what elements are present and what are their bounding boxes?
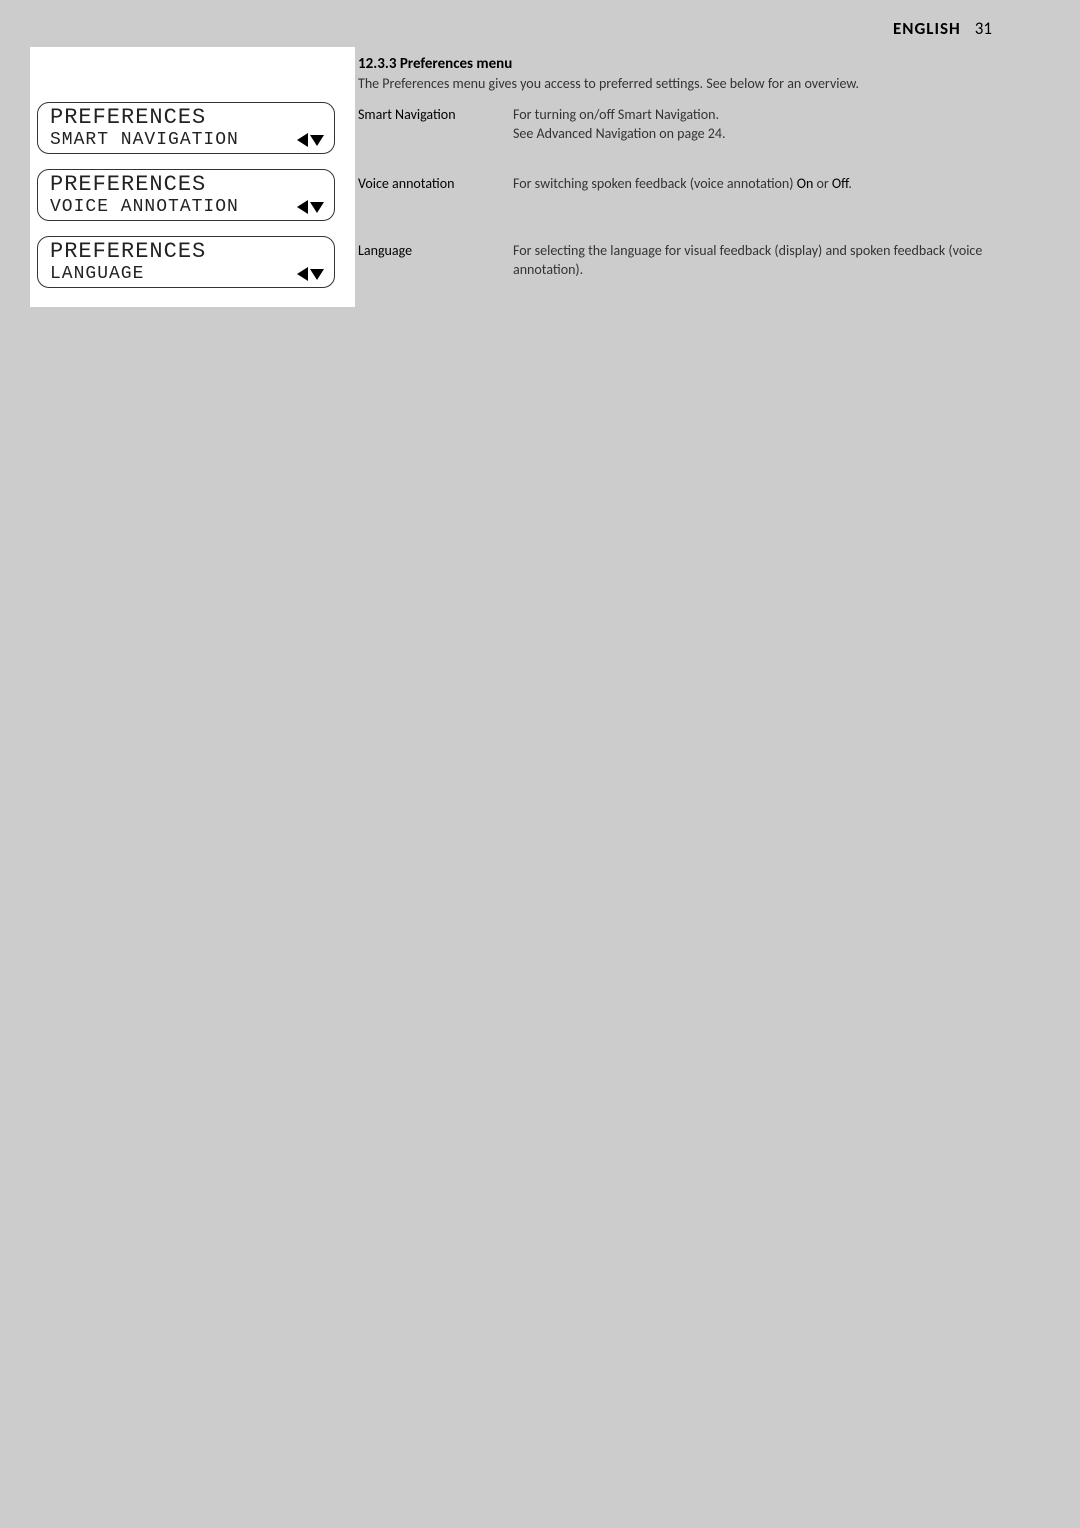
lcd-value: SMART NAVIGATION	[50, 131, 239, 149]
definition-term: Language	[358, 242, 513, 280]
definition-voice-annotation: Voice annotation For switching spoken fe…	[358, 175, 1048, 194]
section-heading: 12.3.3 Preferences menu	[358, 55, 512, 73]
arrow-down-icon	[310, 202, 324, 213]
definition-term: Voice annotation	[358, 175, 513, 194]
definition-line: See Advanced Navigation on page 24.	[513, 125, 726, 142]
definition-term: Smart Navigation	[358, 106, 513, 144]
header-language: ENGLISH	[893, 18, 961, 39]
definition-description: For selecting the language for visual fe…	[513, 242, 1048, 280]
option-on: On	[797, 175, 814, 192]
lcd-row: SMART NAVIGATION	[50, 131, 324, 149]
lcd-display-voice-annotation: PREFERENCES VOICE ANNOTATION	[37, 169, 335, 221]
lcd-title: PREFERENCES	[50, 107, 324, 129]
lcd-nav-arrows	[297, 267, 324, 281]
lcd-value: LANGUAGE	[50, 265, 144, 283]
lcd-nav-arrows	[297, 200, 324, 214]
definition-text: .	[848, 175, 852, 192]
lcd-title: PREFERENCES	[50, 174, 324, 196]
arrow-left-icon	[297, 200, 308, 214]
arrow-down-icon	[310, 269, 324, 280]
lcd-value: VOICE ANNOTATION	[50, 198, 239, 216]
page-header: ENGLISH 31	[893, 18, 992, 39]
definition-language: Language For selecting the language for …	[358, 242, 1048, 280]
arrow-left-icon	[297, 267, 308, 281]
arrow-left-icon	[297, 133, 308, 147]
definition-line: For selecting the language for visual fe…	[513, 242, 982, 278]
lcd-row: LANGUAGE	[50, 265, 324, 283]
lcd-nav-arrows	[297, 133, 324, 147]
page-number: 31	[975, 18, 992, 39]
arrow-down-icon	[310, 135, 324, 146]
definition-line: For turning on/off Smart Navigation.	[513, 106, 719, 123]
lcd-display-smart-navigation: PREFERENCES SMART NAVIGATION	[37, 102, 335, 154]
definition-text: For switching spoken feedback (voice ann…	[513, 175, 797, 192]
lcd-display-language: PREFERENCES LANGUAGE	[37, 236, 335, 288]
definition-text: or	[813, 175, 832, 192]
option-off: Off	[832, 175, 849, 192]
definition-description: For turning on/off Smart Navigation. See…	[513, 106, 1048, 144]
definition-smart-navigation: Smart Navigation For turning on/off Smar…	[358, 106, 1048, 144]
section-intro: The Preferences menu gives you access to…	[358, 75, 859, 92]
lcd-row: VOICE ANNOTATION	[50, 198, 324, 216]
page: ENGLISH 31 12.3.3 Preferences menu The P…	[0, 0, 1080, 1528]
lcd-title: PREFERENCES	[50, 241, 324, 263]
definition-description: For switching spoken feedback (voice ann…	[513, 175, 1048, 194]
